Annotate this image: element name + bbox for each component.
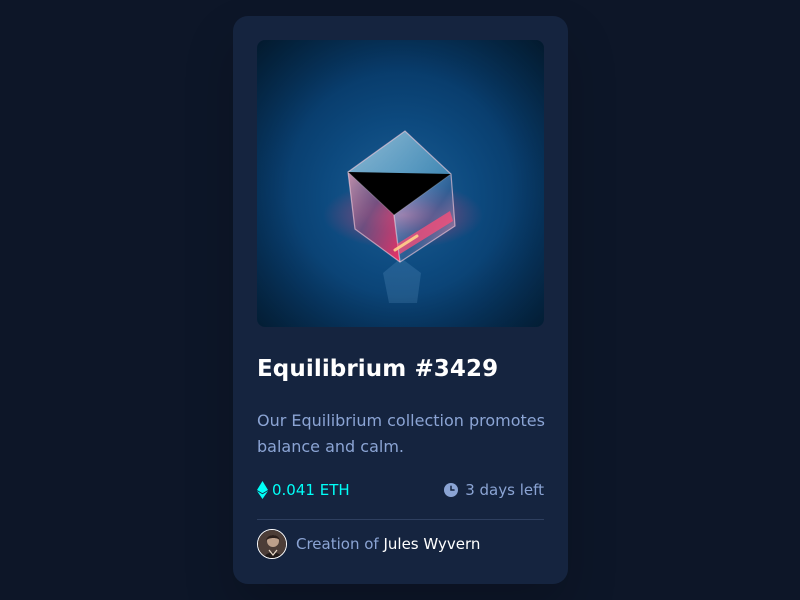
creator-label: Creation of Jules Wyvern bbox=[296, 532, 480, 556]
crystal-cube-illustration bbox=[257, 40, 544, 327]
creator-name[interactable]: Jules Wyvern bbox=[383, 535, 480, 553]
price: 0.041 ETH bbox=[257, 478, 350, 502]
time-remaining: 3 days left bbox=[444, 478, 544, 502]
avatar bbox=[257, 529, 287, 559]
price-value: 0.041 ETH bbox=[272, 481, 350, 499]
clock-icon bbox=[444, 483, 459, 497]
creator-prefix: Creation of bbox=[296, 535, 379, 553]
nft-image[interactable] bbox=[257, 40, 544, 327]
creator-row: Creation of Jules Wyvern bbox=[257, 528, 480, 560]
nft-card: Equilibrium #3429 Our Equilibrium collec… bbox=[233, 16, 568, 584]
time-left-value: 3 days left bbox=[465, 481, 544, 499]
nft-title[interactable]: Equilibrium #3429 bbox=[257, 353, 498, 385]
ethereum-icon bbox=[257, 481, 268, 499]
nft-meta: 0.041 ETH 3 days left bbox=[257, 478, 544, 502]
divider bbox=[257, 519, 544, 520]
nft-description: Our Equilibrium collection promotes bala… bbox=[257, 411, 545, 456]
